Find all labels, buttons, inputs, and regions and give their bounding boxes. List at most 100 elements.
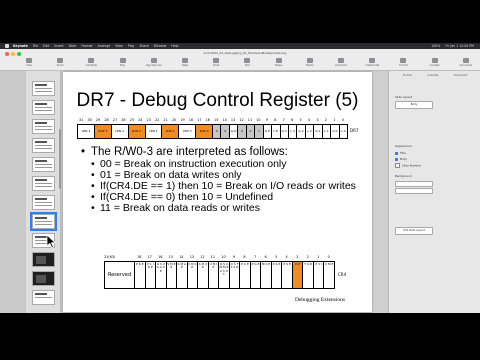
menu-view[interactable]: View — [115, 44, 123, 48]
menu-window[interactable]: Window — [154, 44, 167, 48]
cr4-bit-number: 7 — [253, 255, 257, 259]
toolbar-animate-button[interactable]: Animate — [426, 58, 444, 67]
format-inspector: Format Animate Document Slide Layout Bod… — [388, 71, 480, 313]
dr7-bit-field: L 0 — [338, 125, 347, 138]
window-controls — [5, 52, 21, 56]
toolbar-shape-button[interactable]: Shape — [270, 58, 288, 67]
cr4-bit-number: 4 — [285, 255, 288, 259]
slide-thumbnail[interactable] — [32, 252, 55, 267]
option-slide-number[interactable]: Slide Number — [395, 163, 421, 168]
menu-file[interactable]: File — [33, 44, 38, 48]
minimize-window-icon[interactable] — [11, 52, 15, 56]
navigator-scrollbar[interactable] — [59, 129, 61, 189]
menu-help[interactable]: Help — [171, 44, 178, 48]
background-fill-select[interactable] — [395, 181, 433, 187]
slide-thumbnail[interactable] — [32, 195, 55, 210]
edit-slide-layout-button[interactable]: Edit Slide Layout — [395, 227, 433, 235]
slide-thumbnail[interactable] — [32, 271, 55, 286]
menu-insert[interactable]: Insert — [54, 44, 63, 48]
clock[interactable]: Fri Jan 1 12:00 PM — [445, 44, 474, 48]
close-window-icon[interactable] — [5, 52, 9, 56]
tab-format[interactable]: Format — [403, 74, 412, 79]
cr4-bit-field: S M X E — [197, 262, 208, 288]
dr7-bit-field: 0 — [237, 125, 246, 138]
slide-title[interactable]: DR7 - Debug Control Register (5) — [63, 90, 372, 112]
background-color-well[interactable] — [395, 188, 433, 194]
cr4-bit-number: 18 — [137, 255, 142, 259]
appearance-label: Appearance — [395, 144, 412, 148]
menu-format[interactable]: Format — [81, 44, 92, 48]
dr7-bit-field: LEN 0 — [178, 125, 195, 138]
menu-slide[interactable]: Slide — [69, 44, 77, 48]
menu-play[interactable]: Play — [128, 44, 135, 48]
toolbar-play-button[interactable]: Play — [114, 58, 132, 67]
slide-thumbnail[interactable] — [32, 100, 55, 115]
thumb-title — [35, 122, 47, 124]
cr4-bit-field: V M E — [323, 262, 334, 288]
cr4-bit-number: 31(63) — [104, 255, 116, 259]
menu-edit[interactable]: Edit — [43, 44, 49, 48]
slide-thumbnail[interactable] — [32, 157, 55, 172]
toolbar-table-button[interactable]: Table — [176, 58, 194, 67]
toolbar-collaborate-button[interactable]: Collaborate — [363, 58, 381, 67]
thumb-title — [35, 141, 47, 143]
tab-document[interactable]: Document — [454, 74, 467, 79]
cr4-label: CR4 — [338, 272, 347, 277]
slide-thumbnail[interactable] — [32, 119, 55, 134]
zoom-window-icon[interactable] — [17, 52, 21, 56]
slide-layout-select[interactable]: Body — [395, 101, 433, 109]
checkbox-icon[interactable] — [395, 157, 398, 161]
toolbar-chart-button[interactable]: Chart — [207, 58, 225, 67]
toolbar-media-button[interactable]: Media — [301, 58, 319, 67]
media-icon — [306, 58, 313, 63]
toolbar-view-button[interactable]: View — [20, 58, 38, 67]
checkbox-icon[interactable] — [395, 163, 400, 168]
slide-thumbnail[interactable] — [32, 138, 55, 153]
slide-thumbnail[interactable] — [32, 290, 55, 305]
tool-label: Play — [120, 64, 126, 67]
inspector-tabs: Format Animate Document — [395, 74, 475, 79]
cr4-bit-number: 11 — [210, 255, 216, 259]
toolbar-zoom-button[interactable]: Zoom — [51, 58, 69, 67]
cr4-bit-field: D E — [291, 262, 303, 288]
cr4-bit-number: 9 — [232, 255, 236, 259]
cr4-bit-field: M C E — [260, 262, 271, 288]
menu-arrange[interactable]: Arrange — [98, 44, 111, 48]
cr4-bit-field: O S X M M E X C P T — [218, 262, 229, 288]
cr4-bit-number: 13 — [189, 255, 195, 259]
dr7-label: DR7 — [350, 128, 359, 133]
collaborate-icon — [369, 58, 376, 63]
option-title[interactable]: Title — [395, 151, 406, 155]
option-body[interactable]: Body — [395, 157, 407, 161]
cr4-bit-field: T S D — [302, 262, 313, 288]
dr7-bit-number: 21 — [163, 118, 168, 122]
slide-thumbnail[interactable] — [32, 81, 55, 96]
toolbar-comment-button[interactable]: Comment — [332, 58, 350, 67]
tab-animate[interactable]: Animate — [427, 74, 438, 79]
option-label: Slide Number — [402, 163, 421, 168]
apple-icon[interactable] — [5, 44, 9, 48]
thumb-title — [35, 179, 47, 181]
toolbar-live-button[interactable]: Keynote Live — [145, 58, 163, 67]
dr7-bit-field: R/W 0 — [195, 125, 212, 138]
menu-share[interactable]: Share — [139, 44, 148, 48]
tool-label: Add Slide — [85, 64, 98, 67]
menu-app-name[interactable]: Keynote — [13, 44, 28, 48]
dr7-bit-number: 27 — [112, 118, 118, 122]
dr7-bit-field: L 1 — [321, 125, 330, 138]
toolbar-document-button[interactable]: Document — [457, 58, 475, 67]
toolbar-format-button[interactable]: Format — [394, 58, 412, 67]
bullet-list[interactable]: The R/W0-3 are interpreted as follows: 0… — [81, 146, 363, 214]
table-icon — [182, 58, 189, 63]
toolbar-text-button[interactable]: Text — [238, 58, 256, 67]
slide-thumbnail[interactable] — [32, 176, 55, 191]
battery-status[interactable]: 100% — [431, 44, 440, 48]
dr7-register-diagram: LEN 3 R/W 3 LEN 2 R/W 2 LEN 1 R/W 1 LEN 0 R/W 0… — [77, 124, 348, 139]
slide[interactable]: DR7 - Debug Control Register (5) 31 30 29 2… — [63, 72, 372, 312]
toolbar-add-slide-button[interactable]: Add Slide — [82, 58, 100, 67]
option-label: Body — [400, 157, 408, 161]
option-label: Title — [400, 151, 406, 155]
slide-thumbnail-selected[interactable] — [30, 212, 57, 231]
cr4-bit-field: P G E — [249, 262, 261, 288]
checkbox-icon[interactable] — [395, 151, 398, 155]
